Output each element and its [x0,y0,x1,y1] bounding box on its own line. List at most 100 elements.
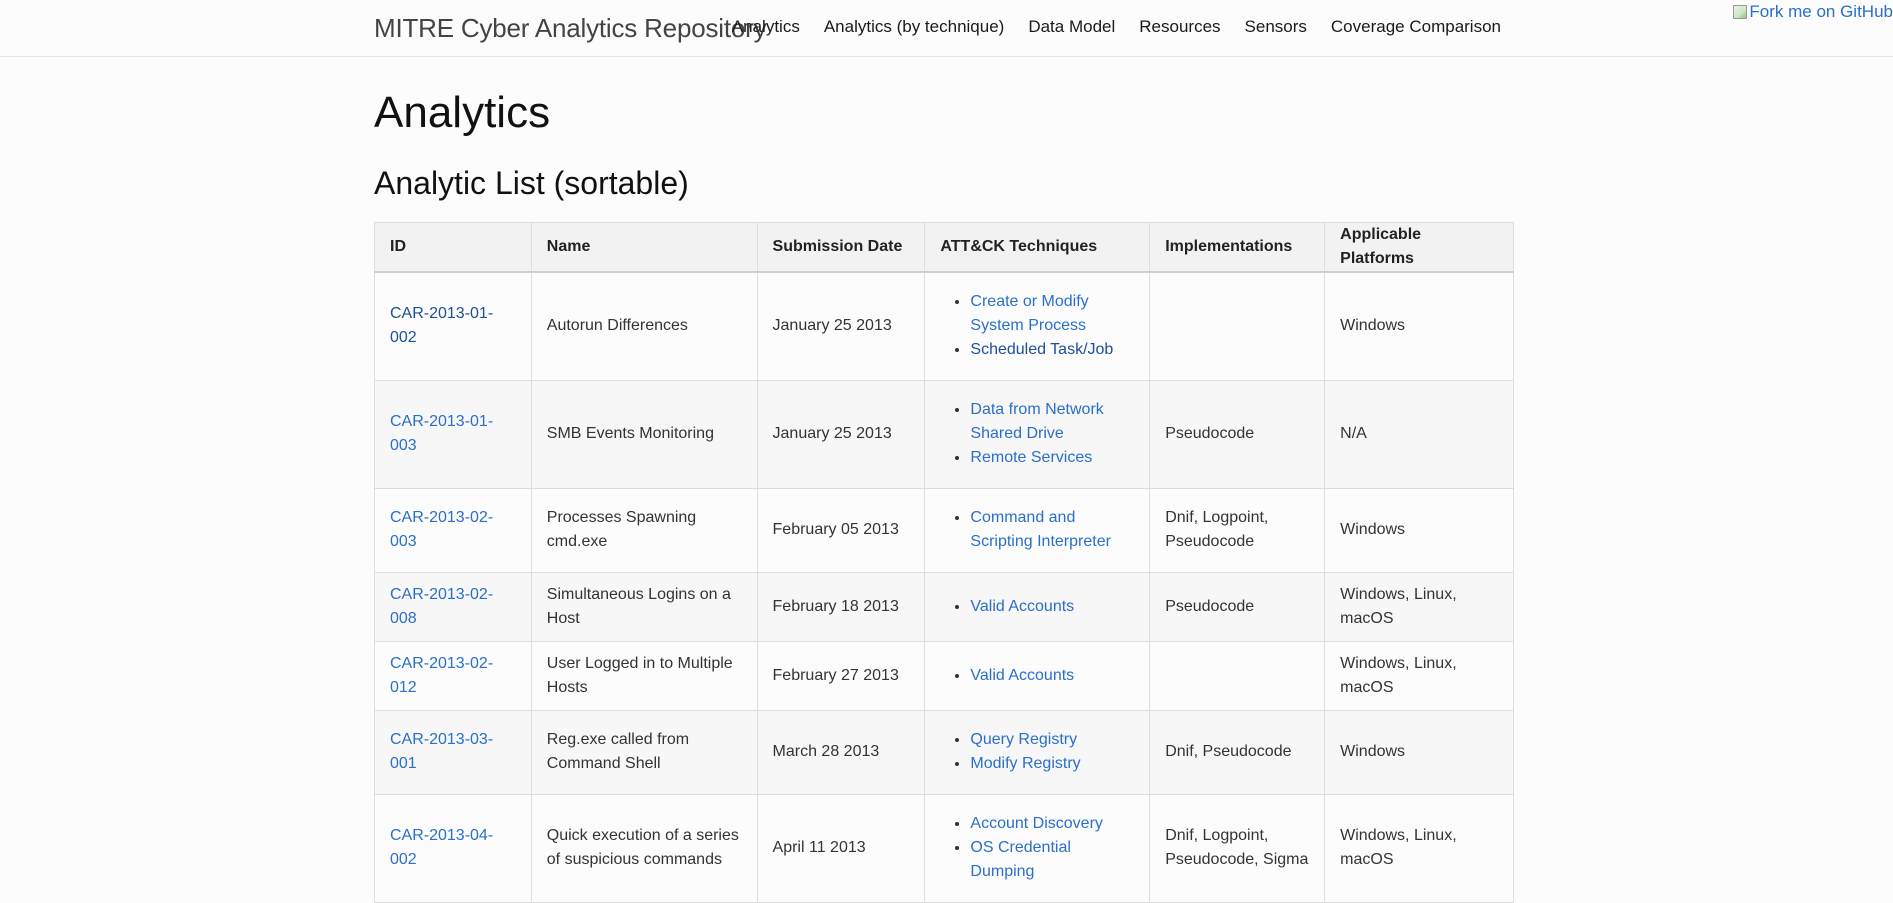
analytic-id-link[interactable]: CAR-2013-03-001 [390,731,493,772]
techniques-list: Valid Accounts [940,664,1134,688]
table-row: CAR-2013-01-003 SMB Events Monitoring Ja… [374,379,1514,489]
nav-item-analytics-by-technique[interactable]: Analytics (by technique) [812,16,1016,38]
technique-link[interactable]: Create or Modify System Process [970,293,1088,334]
nav-item-resources[interactable]: Resources [1127,16,1232,38]
page-title: Analytics [374,88,551,137]
cell-techniques: Valid Accounts [924,571,1151,642]
table-row: CAR-2013-02-008 Simultaneous Logins on a… [374,571,1514,642]
analytic-id-link[interactable]: CAR-2013-01-003 [390,413,493,454]
technique-link[interactable]: Valid Accounts [970,667,1074,684]
analytic-id-link[interactable]: CAR-2013-04-002 [390,827,493,868]
cell-techniques: Query Registry Modify Registry [924,709,1151,795]
list-item: Query Registry [970,728,1134,752]
cell-implementations: Pseudocode [1149,379,1326,489]
nav-item-sensors[interactable]: Sensors [1233,16,1319,38]
cell-name: Simultaneous Logins on a Host [530,571,758,642]
technique-link[interactable]: Remote Services [970,449,1092,466]
cell-date: February 05 2013 [756,487,926,573]
list-item: Remote Services [970,446,1134,470]
technique-link[interactable]: Command and Scripting Interpreter [970,509,1111,550]
cell-implementations [1149,640,1326,711]
cell-name: Processes Spawning cmd.exe [530,487,758,573]
techniques-list: Create or Modify System Process Schedule… [940,290,1134,362]
techniques-list: Data from Network Shared Drive Remote Se… [940,398,1134,470]
cell-platforms: Windows, Linux, macOS [1324,640,1514,711]
cell-platforms: Windows, Linux, macOS [1324,793,1514,903]
cell-date: April 11 2013 [756,793,926,903]
list-item: Valid Accounts [970,664,1134,688]
nav-menu: Analytics Analytics (by technique) Data … [720,16,1513,38]
analytic-id-link[interactable]: CAR-2013-01-002 [390,305,493,346]
cell-date: January 25 2013 [756,379,926,489]
technique-link[interactable]: Query Registry [970,731,1077,748]
techniques-list: Account Discovery OS Credential Dumping [940,812,1134,884]
fork-on-github-link[interactable]: Fork me on GitHub [1733,1,1893,23]
cell-implementations: Dnif, Pseudocode [1149,709,1326,795]
top-navbar: MITRE Cyber Analytics Repository Analyti… [0,0,1893,57]
table-header-row: ID Name Submission Date ATT&CK Technique… [374,222,1514,273]
analytic-id-link[interactable]: CAR-2013-02-012 [390,655,493,696]
analytics-table: ID Name Submission Date ATT&CK Technique… [374,222,1514,903]
cell-platforms: Windows [1324,271,1514,381]
cell-id: CAR-2013-02-008 [374,571,532,642]
cell-name: Quick execution of a series of suspiciou… [530,793,758,903]
section-title: Analytic List (sortable) [374,165,689,201]
cell-platforms: N/A [1324,379,1514,489]
technique-link[interactable]: Modify Registry [970,755,1080,772]
technique-link[interactable]: Data from Network Shared Drive [970,401,1103,442]
cell-date: January 25 2013 [756,271,926,381]
cell-techniques: Create or Modify System Process Schedule… [924,271,1151,381]
cell-name: SMB Events Monitoring [530,379,758,489]
techniques-list: Command and Scripting Interpreter [940,506,1134,554]
nav-item-coverage-comparison[interactable]: Coverage Comparison [1319,16,1513,38]
list-item: Valid Accounts [970,595,1134,619]
cell-id: CAR-2013-01-002 [374,271,532,381]
list-item: Scheduled Task/Job [970,338,1134,362]
column-header-applicable-platforms[interactable]: Applicable Platforms [1324,222,1514,273]
cell-id: CAR-2013-03-001 [374,709,532,795]
cell-name: Reg.exe called from Command Shell [530,709,758,795]
technique-link[interactable]: OS Credential Dumping [970,839,1071,880]
column-header-implementations[interactable]: Implementations [1149,222,1326,273]
cell-name: User Logged in to Multiple Hosts [530,640,758,711]
techniques-list: Valid Accounts [940,595,1134,619]
cell-name: Autorun Differences [530,271,758,381]
cell-date: February 18 2013 [756,571,926,642]
analytic-id-link[interactable]: CAR-2013-02-008 [390,586,493,627]
cell-implementations [1149,271,1326,381]
cell-platforms: Windows [1324,487,1514,573]
list-item: Modify Registry [970,752,1134,776]
cell-platforms: Windows [1324,709,1514,795]
cell-id: CAR-2013-04-002 [374,793,532,903]
column-header-submission-date[interactable]: Submission Date [756,222,926,273]
technique-link[interactable]: Scheduled Task/Job [970,341,1113,358]
brand-link[interactable]: MITRE Cyber Analytics Repository [374,12,767,44]
cell-techniques: Account Discovery OS Credential Dumping [924,793,1151,903]
cell-techniques: Command and Scripting Interpreter [924,487,1151,573]
column-header-id[interactable]: ID [374,222,532,273]
cell-implementations: Dnif, Logpoint, Pseudocode [1149,487,1326,573]
analytic-id-link[interactable]: CAR-2013-02-003 [390,509,493,550]
list-item: Data from Network Shared Drive [970,398,1134,446]
technique-link[interactable]: Valid Accounts [970,598,1074,615]
table-row: CAR-2013-02-012 User Logged in to Multip… [374,640,1514,711]
cell-techniques: Valid Accounts [924,640,1151,711]
cell-implementations: Pseudocode [1149,571,1326,642]
table-row: CAR-2013-01-002 Autorun Differences Janu… [374,271,1514,381]
cell-implementations: Dnif, Logpoint, Pseudocode, Sigma [1149,793,1326,903]
cell-id: CAR-2013-02-012 [374,640,532,711]
list-item: Account Discovery [970,812,1134,836]
nav-item-analytics[interactable]: Analytics [720,16,812,38]
cell-date: March 28 2013 [756,709,926,795]
column-header-attack-techniques[interactable]: ATT&CK Techniques [924,222,1151,273]
nav-item-data-model[interactable]: Data Model [1016,16,1127,38]
list-item: OS Credential Dumping [970,836,1134,884]
technique-link[interactable]: Account Discovery [970,815,1103,832]
list-item: Create or Modify System Process [970,290,1134,338]
column-header-name[interactable]: Name [530,222,758,273]
fork-label: Fork me on GitHub [1749,2,1893,21]
cell-id: CAR-2013-01-003 [374,379,532,489]
cell-date: February 27 2013 [756,640,926,711]
table-row: CAR-2013-02-003 Processes Spawning cmd.e… [374,487,1514,573]
broken-image-icon [1733,5,1748,19]
